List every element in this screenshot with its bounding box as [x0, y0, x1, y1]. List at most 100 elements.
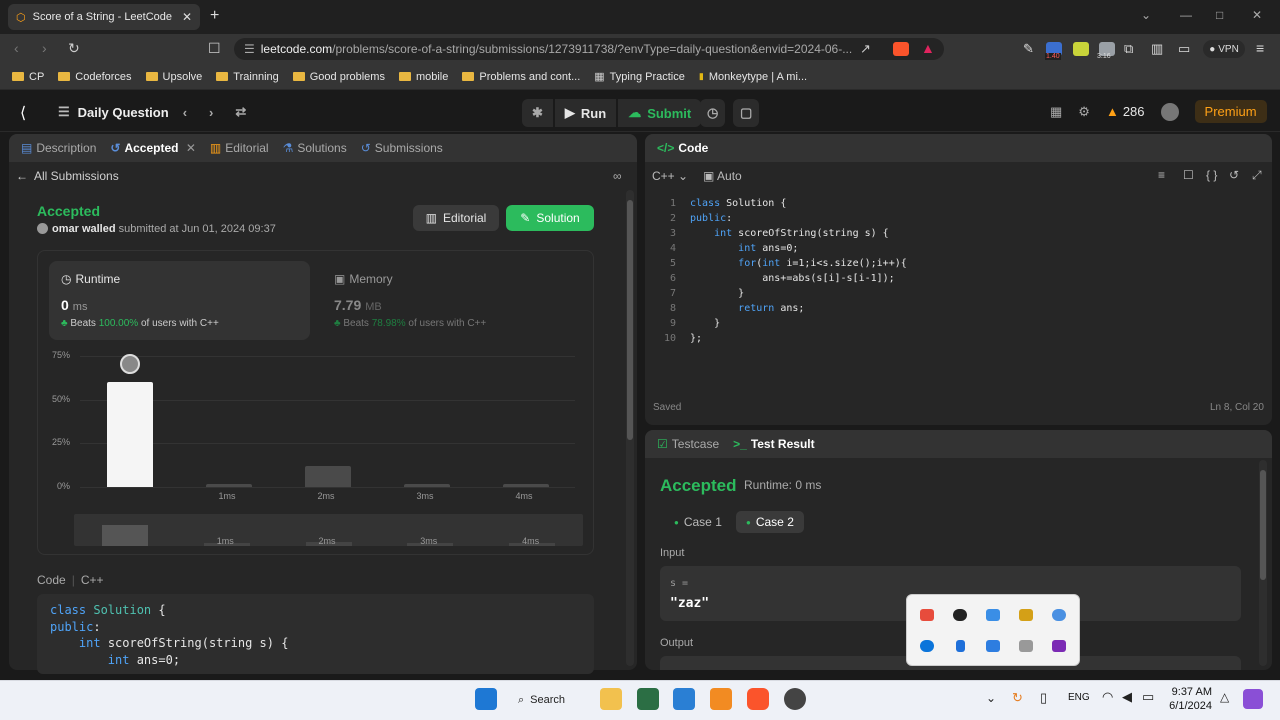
tab-description[interactable]: ▤ Description: [21, 141, 96, 155]
user-avatar[interactable]: [37, 223, 48, 234]
share-icon[interactable]: ↗: [860, 41, 871, 57]
chart-bar[interactable]: [304, 466, 351, 487]
editorial-button[interactable]: ▥ Editorial: [413, 205, 499, 231]
result-scrollbar-thumb[interactable]: [1260, 470, 1266, 580]
code-editor[interactable]: 1 class Solution {2 public: 3 int scoreOfSt…: [660, 196, 1260, 356]
premium-button[interactable]: Premium: [1194, 100, 1267, 123]
tab-submissions[interactable]: ↺ Submissions: [361, 141, 443, 155]
brave-shields-icon[interactable]: [893, 42, 909, 56]
tray-app-icon[interactable]: [1018, 608, 1033, 621]
timer-button[interactable]: ◷: [700, 99, 726, 127]
site-info-icon[interactable]: ☰: [244, 42, 255, 56]
solution-button[interactable]: ✎ Solution: [506, 205, 594, 231]
input-language[interactable]: ENG: [1068, 692, 1090, 703]
bookmark-folder[interactable]: CP: [12, 71, 44, 83]
tab-search-icon[interactable]: ⌄: [1141, 8, 1151, 22]
tab-code[interactable]: </> Code: [657, 141, 708, 155]
settings-gear-icon[interactable]: ⚙: [1078, 104, 1090, 120]
wifi-icon[interactable]: ◠: [1102, 689, 1113, 705]
url-bar[interactable]: ☰ leetcode.com/problems/score-of-a-strin…: [234, 38, 944, 60]
browser-tab[interactable]: ⬡ Score of a String - LeetCode ✕: [8, 4, 200, 30]
windows-start-icon[interactable]: [475, 688, 497, 710]
onedrive-icon[interactable]: [920, 639, 935, 652]
bookmark-folder[interactable]: Good problems: [292, 71, 385, 83]
run-button[interactable]: ▶ Run: [554, 99, 617, 127]
list-icon[interactable]: ☰: [58, 104, 70, 120]
notification-bell-icon[interactable]: △: [1220, 690, 1229, 704]
next-question-icon[interactable]: ›: [209, 105, 213, 120]
case-1-tab[interactable]: ● Case 1: [664, 511, 732, 533]
taskbar-app-icon[interactable]: [637, 688, 659, 710]
sublime-icon[interactable]: [710, 688, 732, 710]
tab-editorial[interactable]: ▥ Editorial: [210, 141, 269, 155]
security-shield-icon[interactable]: [985, 639, 1000, 652]
tray-app-icon[interactable]: [985, 608, 1000, 621]
vpn-button[interactable]: ● VPN: [1203, 40, 1245, 58]
pen-extension-icon[interactable]: ✎: [1023, 41, 1034, 57]
extensions-puzzle-icon[interactable]: ⧉: [1124, 41, 1133, 57]
brave-taskbar-icon[interactable]: [747, 688, 769, 710]
reset-icon[interactable]: ↺: [1229, 168, 1239, 182]
onenote-icon[interactable]: [1051, 639, 1066, 652]
link-icon[interactable]: ∞: [613, 169, 622, 183]
battery-icon[interactable]: ▭: [1142, 689, 1154, 705]
minimize-button[interactable]: —: [1180, 8, 1192, 22]
fullscreen-icon[interactable]: ⤢: [1252, 168, 1262, 183]
chart-bar[interactable]: [403, 483, 450, 487]
submit-button[interactable]: ☁ Submit: [618, 99, 702, 127]
bookmark-icon[interactable]: ☐: [1183, 168, 1194, 182]
prev-question-icon[interactable]: ‹: [183, 105, 187, 120]
bookmark-link[interactable]: ▮ Monkeytype | A mi...: [699, 71, 807, 83]
case-2-tab[interactable]: ● Case 2: [736, 511, 804, 533]
tab-test-result[interactable]: >_ Test Result: [733, 437, 814, 451]
bookmark-folder[interactable]: Codeforces: [58, 71, 132, 83]
avatar[interactable]: [1160, 102, 1179, 121]
vscode-icon[interactable]: [673, 688, 695, 710]
all-submissions-link[interactable]: ← All Submissions: [16, 169, 119, 183]
leetcode-logo-icon[interactable]: ⟨: [20, 103, 26, 123]
braces-icon[interactable]: { }: [1206, 168, 1217, 182]
bookmark-folder[interactable]: Trainning: [216, 71, 279, 83]
reload-icon[interactable]: ↻: [68, 40, 80, 57]
close-window-button[interactable]: ✕: [1252, 8, 1262, 22]
tray-app-icon[interactable]: [1051, 608, 1066, 621]
debug-button[interactable]: ✱: [522, 99, 553, 127]
wallet-icon[interactable]: ▭: [1178, 41, 1190, 57]
volume-icon[interactable]: ◀: [1122, 689, 1132, 705]
new-tab-button[interactable]: +: [210, 7, 219, 25]
memory-label[interactable]: ▣ Memory: [334, 272, 393, 286]
taskbar-search[interactable]: ⌕ Search: [518, 687, 584, 713]
tab-solutions[interactable]: ⚗ Solutions: [283, 141, 347, 155]
menu-icon[interactable]: ≡: [1256, 40, 1264, 56]
extension-icon[interactable]: [1073, 42, 1089, 56]
clock[interactable]: 9:37 AM 6/1/2024: [1160, 685, 1212, 713]
chart-bar[interactable]: [502, 483, 549, 487]
bookmark-folder[interactable]: mobile: [398, 71, 448, 83]
auto-mode[interactable]: ▣ Auto: [703, 169, 742, 183]
bookmark-folder[interactable]: Upsolve: [145, 71, 202, 83]
file-explorer-icon[interactable]: [600, 688, 622, 710]
bluetooth-icon[interactable]: [955, 639, 965, 652]
microphone-icon[interactable]: ▯: [1040, 690, 1047, 706]
tray-app-icon[interactable]: [920, 608, 935, 621]
sidebar-icon[interactable]: ▥: [1151, 41, 1163, 57]
language-select[interactable]: C++ ⌄: [652, 169, 688, 183]
notes-button[interactable]: ▢: [733, 99, 760, 127]
left-scrollbar-thumb[interactable]: [627, 200, 633, 440]
submitted-code-block[interactable]: class Solution {public: int scoreOfStrin…: [37, 594, 594, 674]
tray-chevron-icon[interactable]: ⌄: [986, 691, 996, 705]
shuffle-icon[interactable]: ⇄: [235, 104, 246, 120]
close-tab-icon[interactable]: ✕: [182, 10, 192, 24]
taskbar-app-icon[interactable]: [784, 688, 806, 710]
tray-app-icon[interactable]: [953, 608, 968, 621]
daily-question-title[interactable]: Daily Question: [78, 105, 169, 120]
format-icon[interactable]: ≡: [1158, 168, 1165, 182]
maximize-button[interactable]: □: [1216, 8, 1223, 22]
sync-icon[interactable]: ↻: [1012, 690, 1023, 706]
tab-accepted[interactable]: ↺ Accepted ✕: [110, 141, 196, 155]
bookmark-folder[interactable]: Problems and cont...: [462, 71, 580, 83]
chart-bar[interactable]: [205, 483, 252, 487]
bookmark-page-icon[interactable]: ☐: [208, 40, 221, 57]
chart-bar[interactable]: [106, 382, 153, 487]
forward-icon[interactable]: ›: [42, 40, 47, 56]
